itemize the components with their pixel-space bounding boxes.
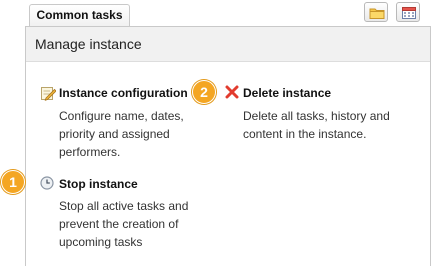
instance-configuration-description: Configure name, dates, priority and assi… [59, 109, 184, 159]
red-x-icon [225, 85, 239, 99]
delete-instance-link[interactable]: Delete instance [243, 86, 331, 100]
calendar-button[interactable] [396, 2, 420, 22]
tab-common-tasks[interactable]: Common tasks [29, 4, 130, 26]
instance-configuration-link[interactable]: Instance configuration [59, 86, 188, 100]
tab-bar: Common tasks [0, 0, 432, 26]
delete-instance-description: Delete all tasks, history and content in… [243, 109, 390, 141]
callout-badge-1: 1 [1, 170, 25, 194]
pencil-note-icon [41, 87, 56, 101]
stop-instance-description: Stop all active tasks and prevent the cr… [59, 199, 189, 249]
stop-clock-icon [40, 176, 54, 190]
calendar-icon [402, 7, 416, 19]
callout-badge-2: 2 [192, 80, 216, 104]
folder-icon [369, 8, 385, 19]
stop-instance-link[interactable]: Stop instance [59, 177, 138, 191]
panel-title: Manage instance [26, 27, 430, 62]
folder-button[interactable] [364, 2, 388, 22]
